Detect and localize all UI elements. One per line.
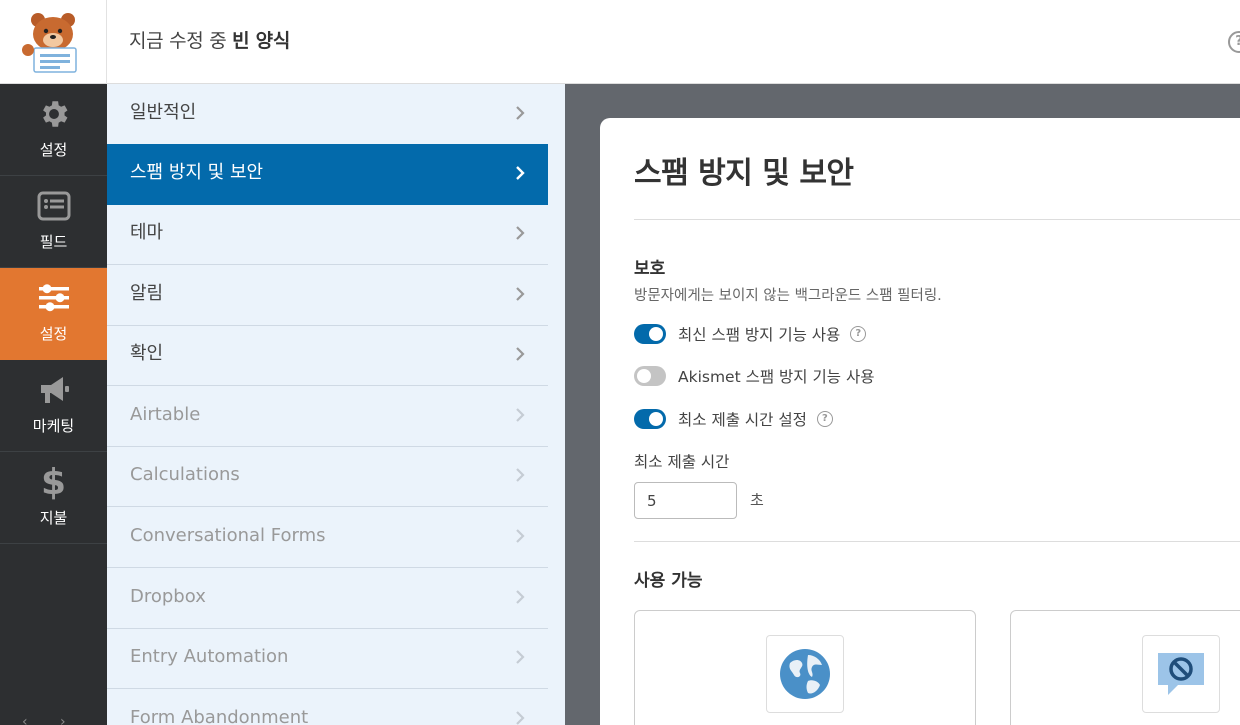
dollar-icon: $ [40, 461, 67, 503]
globe-icon [780, 649, 830, 699]
submenu-label: Dropbox [130, 586, 206, 607]
submenu-label: 알림 [130, 283, 164, 304]
megaphone-icon [0, 372, 107, 408]
submenu-item-general[interactable]: 일반적인 [107, 84, 548, 145]
submenu-item-confirmations[interactable]: 확인 [107, 325, 548, 386]
blocked-chat-icon [1158, 653, 1204, 695]
toggle-label: 최소 제출 시간 설정 [678, 411, 807, 429]
question-circle-icon[interactable]: ? [850, 326, 867, 342]
submenu-label: 테마 [130, 222, 164, 243]
submenu-item-entry-automation[interactable]: Entry Automation [107, 628, 548, 689]
divider [634, 541, 1240, 542]
provider-card[interactable] [1010, 610, 1240, 725]
available-heading: 사용 가능 [634, 571, 703, 591]
modern-antispam-row: 최신 스팸 방지 기능 사용 ? [634, 323, 867, 345]
akismet-row: Akismet 스팸 방지 기능 사용 [634, 365, 874, 387]
wpforms-logo[interactable] [0, 0, 107, 84]
nav-item-marketing[interactable]: 마케팅 [0, 360, 107, 452]
form-name: 빈 양식 [232, 30, 290, 52]
submenu-item-conversational-forms[interactable]: Conversational Forms [107, 507, 548, 568]
modern-antispam-toggle[interactable] [634, 324, 666, 344]
min-time-input[interactable] [634, 482, 737, 519]
chevron-right-icon [516, 166, 525, 180]
chevron-right-icon [516, 287, 525, 301]
submenu-label: 확인 [130, 343, 164, 364]
submenu-label: Conversational Forms [130, 525, 326, 546]
nav-label: 설정 [39, 325, 68, 343]
submenu-label: Calculations [130, 464, 240, 485]
submenu-label: Airtable [130, 404, 201, 425]
submenu-item-spam[interactable]: 스팸 방지 및 보안 [107, 144, 548, 205]
provider-icon-box [1142, 635, 1220, 713]
nav-item-payments[interactable]: $ 지불 [0, 452, 107, 544]
chevron-right-icon [516, 650, 525, 664]
nav-label: 설정 [39, 141, 68, 159]
toggle-label: 최신 스팸 방지 기능 사용 [678, 326, 841, 344]
provider-card[interactable] [634, 610, 976, 725]
panel-title: 스팸 방지 및 보안 [634, 156, 854, 191]
min-time-toggle[interactable] [634, 409, 666, 429]
submenu-label: 일반적인 [130, 102, 197, 123]
submenu-label: Form Abandonment [130, 707, 309, 725]
nav-item-settings[interactable]: 설정 [0, 268, 107, 360]
submenu-item-airtable[interactable]: Airtable [107, 386, 548, 447]
collapse-arrows-icon[interactable]: ‹ › [22, 714, 80, 725]
chevron-right-icon [516, 347, 525, 361]
submenu-item-dropbox[interactable]: Dropbox [107, 568, 548, 629]
chevron-right-icon [516, 590, 525, 604]
divider [634, 219, 1240, 220]
nav-label: 지불 [39, 509, 68, 527]
chevron-right-icon [516, 529, 525, 543]
protection-heading: 보호 [634, 259, 666, 279]
nav-item-settings-general[interactable]: 설정 [0, 84, 107, 176]
settings-submenu: 일반적인 스팸 방지 및 보안 테마 알림 확인 Airtable Calcul… [107, 84, 565, 725]
page-title: 지금 수정 중 빈 양식 [129, 0, 290, 84]
main-sidebar: 설정 필드 설정 마케팅 $ 지불 ‹ › [0, 84, 107, 725]
nav-label: 필드 [39, 233, 68, 251]
min-time-label: 최소 제출 시간 [634, 453, 730, 471]
top-bar: 지금 수정 중 빈 양식 ? [0, 0, 1240, 84]
akismet-toggle[interactable] [634, 366, 666, 386]
title-prefix: 지금 수정 중 [129, 30, 227, 52]
submenu-item-notifications[interactable]: 알림 [107, 265, 548, 326]
gear-icon [0, 96, 107, 132]
list-icon [0, 188, 107, 224]
question-circle-icon[interactable]: ? [816, 411, 833, 427]
chevron-right-icon [516, 226, 525, 240]
help-icon[interactable]: ? [1228, 31, 1240, 53]
chevron-right-icon [516, 468, 525, 482]
min-time-unit: 초 [750, 491, 764, 509]
provider-icon-box [766, 635, 844, 713]
submenu-label: Entry Automation [130, 646, 289, 667]
protection-description: 방문자에게는 보이지 않는 백그라운드 스팸 필터링. [634, 288, 942, 304]
nav-item-fields[interactable]: 필드 [0, 176, 107, 268]
sliders-icon [0, 280, 107, 316]
submenu-item-calculations[interactable]: Calculations [107, 446, 548, 507]
chevron-right-icon [516, 408, 525, 422]
toggle-label: Akismet 스팸 방지 기능 사용 [678, 368, 875, 386]
min-time-row: 최소 제출 시간 설정 ? [634, 408, 833, 430]
nav-label: 마케팅 [32, 417, 75, 435]
submenu-label: 스팸 방지 및 보안 [130, 162, 264, 183]
chevron-right-icon [516, 106, 525, 120]
chevron-right-icon [516, 711, 525, 725]
submenu-item-themes[interactable]: 테마 [107, 204, 548, 265]
submenu-item-form-abandonment[interactable]: Form Abandonment [107, 689, 548, 725]
